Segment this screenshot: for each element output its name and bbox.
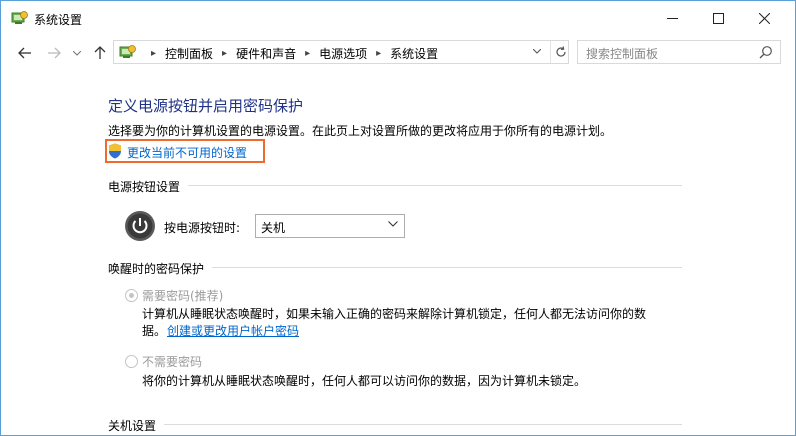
breadcrumb-control-panel[interactable]: 控制面板 xyxy=(165,45,213,62)
page-title: 定义电源按钮并启用密码保护 xyxy=(108,97,304,115)
power-button-action-select[interactable]: 关机 xyxy=(255,214,405,238)
breadcrumb-hardware-sound[interactable]: 硬件和声音 xyxy=(236,45,296,62)
chevron-right-icon: ▸ xyxy=(151,48,157,59)
search-input[interactable]: 搜索控制面板 xyxy=(577,40,781,64)
power-button-label: 按电源按钮时: xyxy=(164,221,241,235)
search-icon xyxy=(759,46,772,59)
back-button[interactable] xyxy=(15,43,35,63)
main-content: 定义电源按钮并启用密码保护 选择要为你的计算机设置的电源设置。在此页上对设置所做… xyxy=(1,71,795,436)
chevron-down-icon xyxy=(73,50,81,56)
title-bar: 系统设置 xyxy=(1,1,795,35)
breadcrumb-power-options[interactable]: 电源选项 xyxy=(319,45,367,62)
require-password-description-cont: 据。 xyxy=(142,324,167,338)
wakeup-password-heading: 唤醒时的密码保护 xyxy=(108,262,205,276)
no-password-label[interactable]: 不需要密码 xyxy=(142,353,202,370)
chevron-right-icon[interactable]: ▸ xyxy=(305,48,310,59)
no-password-radio[interactable] xyxy=(125,355,138,368)
no-password-description: 将你的计算机从睡眠状态唤醒时，任何人都可以访问你的数据，因为计算机未锁定。 xyxy=(142,374,587,388)
minimize-button[interactable] xyxy=(649,1,695,35)
address-bar[interactable]: ▸ 控制面板 ▸ 硬件和声音 ▸ 电源选项 ▸ 系统设置 xyxy=(113,40,569,64)
require-password-label[interactable]: 需要密码(推荐) xyxy=(142,287,223,304)
power-button-settings-heading: 电源按钮设置 xyxy=(108,180,181,194)
chevron-down-icon xyxy=(388,219,398,230)
window: 系统设置 ▸ 控制面板 ▸ 硬件和声音 ▸ 电源选项 ▸ 系统设置 搜索控制面板… xyxy=(0,0,796,436)
power-button-action-value: 关机 xyxy=(261,221,286,235)
power-button-icon xyxy=(125,211,155,241)
address-dropdown-button[interactable] xyxy=(530,47,544,59)
require-password-description: 计算机从睡眠状态唤醒时，如果未输入正确的密码来解除计算机锁定，任何人都无法访问你… xyxy=(142,307,647,321)
chevron-right-icon[interactable]: ▸ xyxy=(222,48,227,59)
chevron-down-icon xyxy=(532,48,542,54)
arrow-up-icon xyxy=(94,46,106,59)
search-placeholder: 搜索控制面板 xyxy=(586,47,659,61)
up-button[interactable] xyxy=(90,43,110,63)
close-icon xyxy=(758,12,770,24)
maximize-icon xyxy=(712,12,724,24)
breadcrumb-system-settings[interactable]: 系统设置 xyxy=(390,45,438,62)
section-divider xyxy=(212,267,682,268)
refresh-icon xyxy=(555,46,566,57)
window-title: 系统设置 xyxy=(34,13,83,27)
recent-locations-button[interactable] xyxy=(70,43,84,63)
require-password-radio[interactable] xyxy=(125,289,138,302)
breadcrumb: ▸ 控制面板 ▸ 硬件和声音 ▸ 电源选项 ▸ 系统设置 xyxy=(142,45,438,62)
arrow-right-icon xyxy=(48,47,61,59)
change-unavailable-settings-link[interactable]: 更改当前不可用的设置 xyxy=(127,144,247,161)
refresh-button[interactable] xyxy=(550,41,570,63)
maximize-button[interactable] xyxy=(695,1,741,35)
section-divider xyxy=(188,185,682,186)
arrow-left-icon xyxy=(18,47,31,59)
control-panel-icon xyxy=(11,11,28,24)
chevron-right-icon[interactable]: ▸ xyxy=(376,48,381,59)
create-change-password-link[interactable]: 创建或更改用户帐户密码 xyxy=(167,322,299,339)
uac-shield-icon xyxy=(109,143,121,159)
control-panel-icon xyxy=(119,45,136,58)
shutdown-settings-heading: 关机设置 xyxy=(108,419,157,433)
page-description: 选择要为你的计算机设置的电源设置。在此页上对设置所做的更改将应用于你所有的电源计… xyxy=(108,124,613,138)
section-divider xyxy=(164,424,682,425)
minimize-icon xyxy=(666,17,678,19)
close-button[interactable] xyxy=(741,1,787,35)
navigation-bar: ▸ 控制面板 ▸ 硬件和声音 ▸ 电源选项 ▸ 系统设置 搜索控制面板 xyxy=(1,35,795,71)
forward-button[interactable] xyxy=(44,43,64,63)
